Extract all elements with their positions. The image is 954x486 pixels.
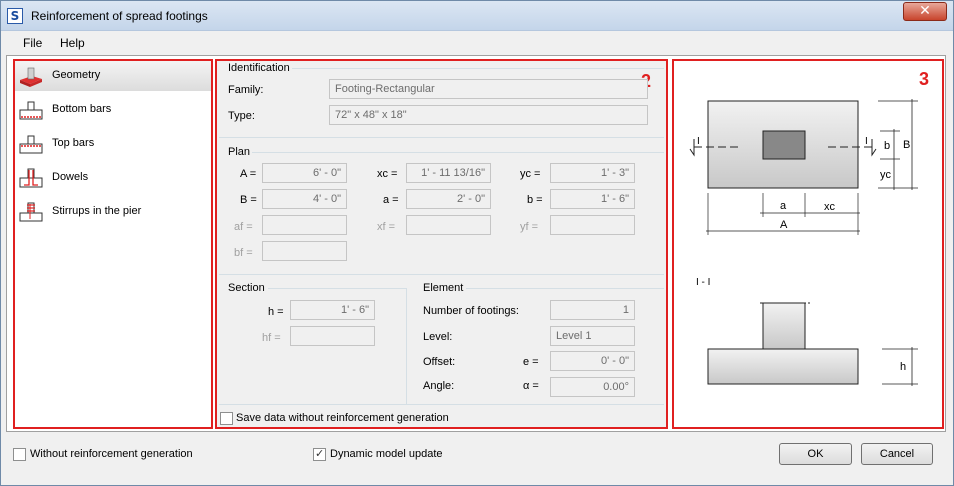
element-num-label: Number of footings: [423, 305, 519, 317]
footing-diagram: I I B b yc a xc A I - I h [689, 99, 918, 386]
plan-bf-field [262, 241, 347, 261]
plan-a-field: 2' - 0" [406, 189, 491, 209]
dim-yc: yc [880, 169, 892, 181]
bottom-bars-icon [19, 101, 43, 120]
dim-B: B [903, 139, 910, 151]
dim-xc: xc [824, 201, 836, 213]
title-bar: S Reinforcement of spread footings ✕ [1, 1, 953, 31]
nav-label-stirrups: Stirrups in the pier [52, 205, 142, 217]
section-footing-rect [707, 348, 859, 385]
element-offset-field: 0' - 0" [550, 351, 635, 371]
plan-yc-label: yc = [520, 168, 541, 180]
nav-label-bottom-bars: Bottom bars [52, 103, 112, 115]
element-offset-label: Offset: [423, 356, 456, 368]
plan-A-label: A = [240, 168, 257, 180]
stirrups-icon [19, 202, 43, 222]
plan-af-label: af = [234, 221, 253, 233]
section-title: Section [228, 282, 265, 294]
identification-title: Identification [228, 62, 290, 74]
plan-bf-label: bf = [234, 247, 253, 259]
element-level-label: Level: [423, 331, 453, 343]
section-view-title: I - I [696, 277, 710, 288]
plan-b-field: 1' - 6" [550, 189, 635, 209]
nav-item-bottom-bars[interactable]: Bottom bars [15, 95, 211, 125]
plan-yc-field: 1' - 3" [550, 163, 635, 183]
save-without-gen-label: Save data without reinforcement generati… [236, 412, 449, 424]
without-gen-label: Without reinforcement generation [30, 448, 193, 460]
plan-title: Plan [228, 146, 251, 158]
section-mark-left: I [697, 136, 700, 147]
plan-af-field [262, 215, 347, 235]
plan-top-divider [219, 137, 664, 138]
section-top-divider [219, 274, 664, 275]
nav-item-geometry[interactable]: Geometry [15, 61, 211, 91]
family-label: Family: [228, 84, 264, 96]
element-title: Element [423, 282, 464, 294]
plan-pier-rect [762, 130, 806, 160]
dynamic-update-label: Dynamic model update [330, 448, 443, 460]
type-field: 72" x 48" x 18" [329, 105, 648, 125]
plan-B-field: 4' - 0" [262, 189, 347, 209]
dynamic-update-checkbox[interactable]: ✓ [313, 447, 326, 461]
element-divider [466, 288, 664, 289]
dim-A: A [780, 219, 788, 231]
element-num-field: 1 [550, 300, 635, 320]
element-offset-sym: e = [523, 356, 539, 368]
nav-item-stirrups[interactable]: Stirrups in the pier [15, 197, 211, 227]
section-right-divider [406, 288, 407, 404]
plan-b-label: b = [527, 194, 543, 206]
element-level-field: Level 1 [550, 326, 635, 346]
nav-item-top-bars[interactable]: Top bars [15, 129, 211, 159]
save-without-gen-checkbox[interactable] [220, 412, 233, 425]
plan-xc-field: 1' - 11 13/16" [406, 163, 491, 183]
plan-a-label: a = [383, 194, 399, 206]
section-divider [268, 288, 406, 289]
top-bars-icon [19, 135, 43, 154]
element-angle-sym: α = [523, 380, 539, 392]
plan-yf-label: yf = [520, 221, 539, 233]
nav-label-geometry: Geometry [52, 69, 101, 81]
dim-b: b [884, 140, 890, 152]
nav-label-dowels: Dowels [52, 171, 89, 183]
dim-h: h [900, 361, 906, 373]
type-label: Type: [228, 110, 255, 122]
window-title: Reinforcement of spread footings [31, 9, 208, 23]
checkmark-icon: ✓ [315, 447, 325, 460]
app-logo-icon: S [7, 8, 23, 24]
plan-B-label: B = [240, 194, 257, 206]
section-hf-label: hf = [262, 332, 281, 344]
plan-xf-field [406, 215, 491, 235]
menu-help[interactable]: Help [60, 36, 85, 50]
save-divider [219, 404, 664, 405]
geometry-icon [20, 67, 42, 87]
nav-item-dowels[interactable]: Dowels [15, 163, 211, 193]
section-h-label: h = [268, 306, 284, 318]
identification-divider [292, 68, 664, 69]
plan-divider [252, 152, 664, 153]
close-button[interactable]: ✕ [903, 2, 947, 21]
menu-file[interactable]: File [23, 36, 42, 50]
element-angle-field: 0.00° [550, 377, 635, 397]
plan-xf-label: xf = [377, 221, 396, 233]
dowels-icon [19, 168, 43, 188]
element-angle-label: Angle: [423, 380, 455, 392]
plan-A-field: 6' - 0" [262, 163, 347, 183]
without-gen-checkbox[interactable] [13, 448, 26, 461]
nav-label-top-bars: Top bars [52, 137, 95, 149]
section-pier-rect [762, 302, 806, 350]
plan-yf-field [550, 215, 635, 235]
menu-bar: File Help [1, 31, 953, 55]
section-h-field: 1' - 6" [290, 300, 375, 320]
dim-a: a [780, 200, 787, 212]
family-field: Footing-Rectangular [329, 79, 648, 99]
section-mark-right: I [865, 136, 868, 147]
cancel-button[interactable]: Cancel [861, 443, 933, 465]
section-hf-field [290, 326, 375, 346]
ok-button[interactable]: OK [779, 443, 852, 465]
plan-xc-label: xc = [377, 168, 398, 180]
